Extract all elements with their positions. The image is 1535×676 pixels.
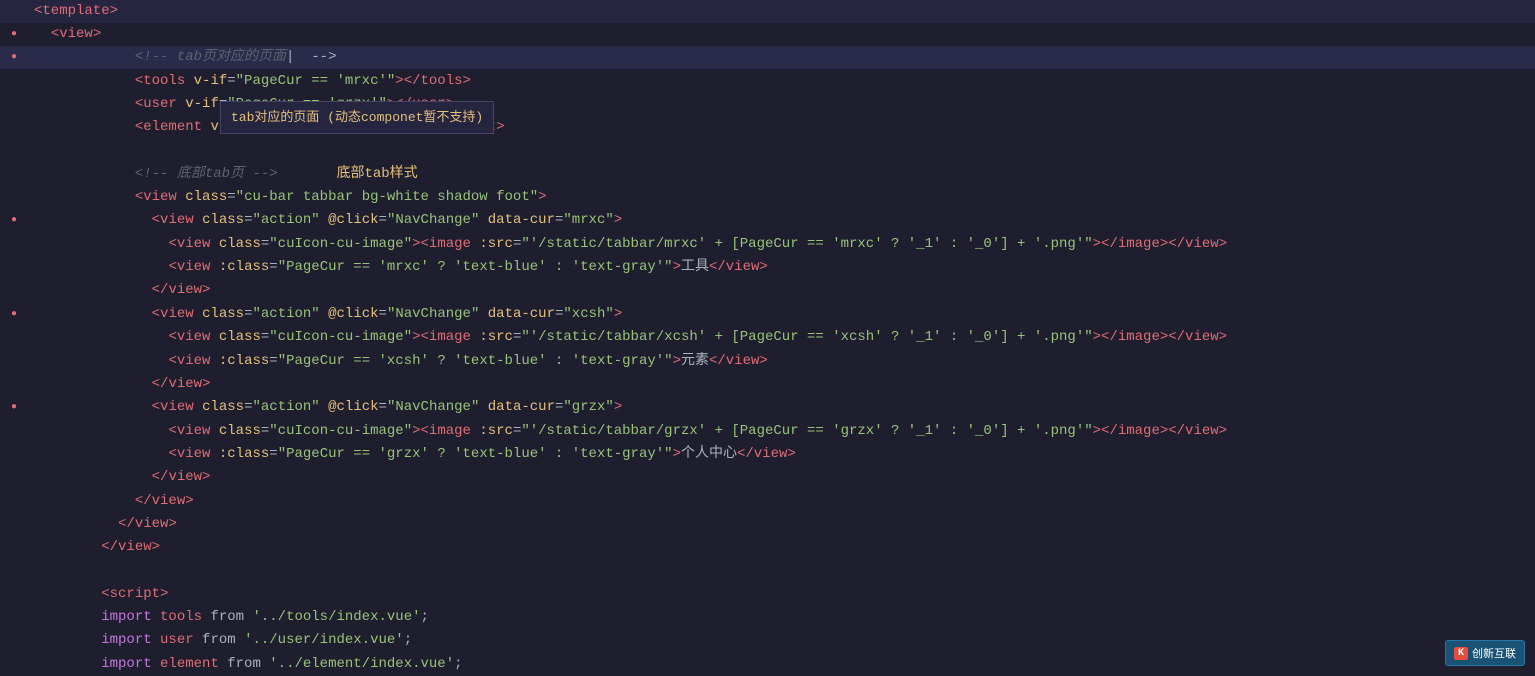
line-gutter-dot: ● — [0, 209, 28, 232]
code-line-1: <template> — [0, 0, 1535, 23]
code-line-3-highlighted: ● <!-- tab页对应的页面| --> tab对应的页面 (动态compon… — [0, 46, 1535, 69]
line-content: <template> — [28, 0, 1535, 23]
code-editor: <template> ● <view> ● <!-- tab页对应的页面| --… — [0, 0, 1535, 676]
line-content: import element from '../element/index.vu… — [28, 630, 1535, 676]
line-content: <!-- tab页对应的页面| --> — [28, 23, 1535, 92]
code-line-24: </view> — [0, 536, 1535, 559]
code-line-import-element: import element from '../element/index.vu… — [0, 653, 1535, 676]
autocomplete-tooltip: tab对应的页面 (动态componet暂不支持) — [220, 101, 494, 134]
line-gutter-dot: ● — [0, 46, 28, 69]
code-lines: <template> ● <view> ● <!-- tab页对应的页面| --… — [0, 0, 1535, 676]
line-gutter-dot: ● — [0, 303, 28, 326]
line-gutter-dot: ● — [0, 396, 28, 419]
line-gutter-dot: ● — [0, 23, 28, 46]
logo-k-icon: K — [1454, 647, 1468, 660]
brand-logo: K 创新互联 — [1445, 640, 1525, 666]
logo-brand-text: 创新互联 — [1472, 645, 1516, 661]
